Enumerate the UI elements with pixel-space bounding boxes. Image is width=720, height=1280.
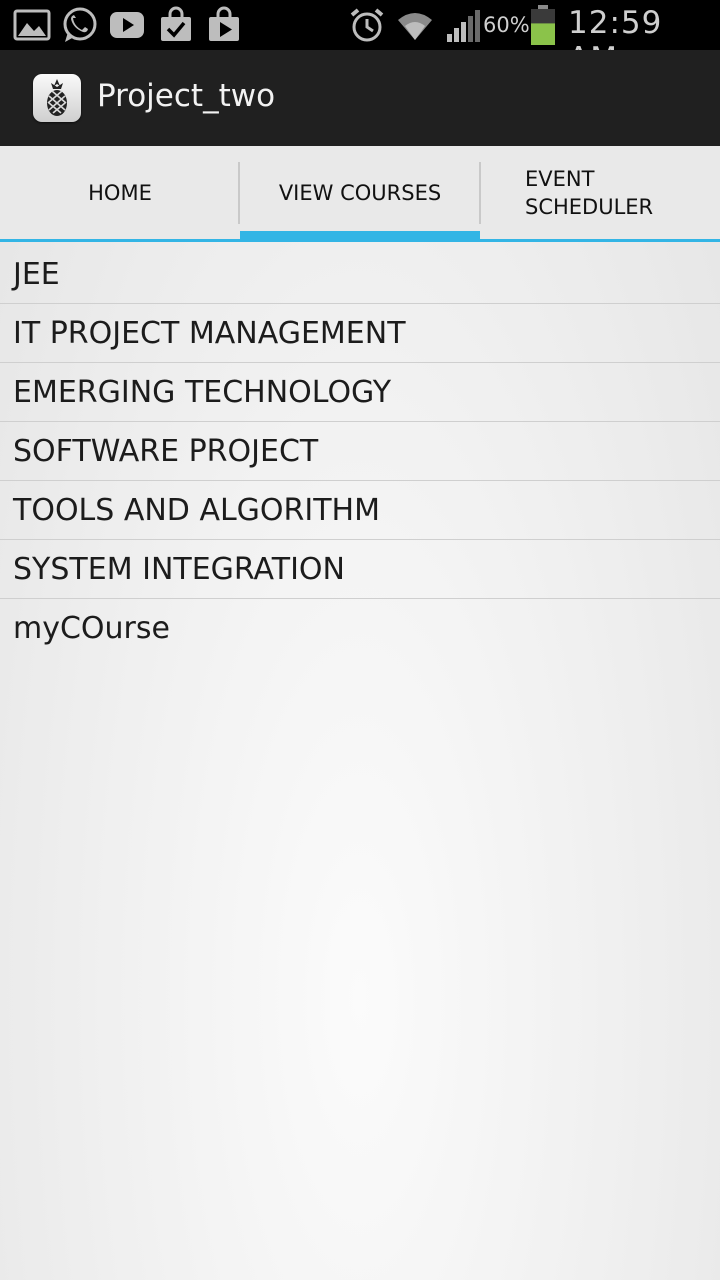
action-bar: Project_two: [0, 50, 720, 146]
tab-view-courses-label: VIEW COURSES: [278, 180, 442, 205]
battery-icon: [531, 5, 555, 45]
selected-tab-indicator: [240, 231, 480, 242]
tab-event-scheduler[interactable]: EVENT SCHEDULER: [480, 146, 720, 239]
youtube-icon: [110, 12, 144, 38]
course-item-system-integration[interactable]: SYSTEM INTEGRATION: [0, 540, 720, 599]
tab-home-label: HOME: [88, 180, 152, 205]
app-title: Project_two: [97, 78, 276, 114]
pineapple-icon[interactable]: [33, 74, 81, 122]
whatsapp-icon: [63, 7, 97, 42]
tab-bar: HOME VIEW COURSES EVENT SCHEDULER: [0, 146, 720, 242]
course-item-software-project[interactable]: SOFTWARE PROJECT: [0, 422, 720, 481]
signal-icon: [447, 10, 480, 42]
shopping-bag-icon: [161, 6, 191, 41]
alarm-icon: [350, 8, 384, 42]
tab-view-courses[interactable]: VIEW COURSES: [240, 146, 480, 239]
play-store-icon: [209, 6, 239, 41]
course-item-mycourse[interactable]: myCOurse: [0, 599, 720, 657]
tab-event-scheduler-label: EVENT SCHEDULER: [525, 166, 654, 219]
gallery-icon: [13, 9, 51, 41]
battery-percent: 60%: [483, 13, 530, 37]
tab-home[interactable]: HOME: [0, 146, 240, 239]
status-bar: 60% 12:59 AM: [0, 0, 720, 77]
course-item-it-project-management[interactable]: IT PROJECT MANAGEMENT: [0, 304, 720, 363]
wifi-icon: [398, 13, 432, 40]
course-item-jee[interactable]: JEE: [0, 245, 720, 304]
course-item-emerging-technology[interactable]: EMERGING TECHNOLOGY: [0, 363, 720, 422]
course-list: JEE IT PROJECT MANAGEMENT EMERGING TECHN…: [0, 245, 720, 657]
course-item-tools-and-algorithm[interactable]: TOOLS AND ALGORITHM: [0, 481, 720, 540]
